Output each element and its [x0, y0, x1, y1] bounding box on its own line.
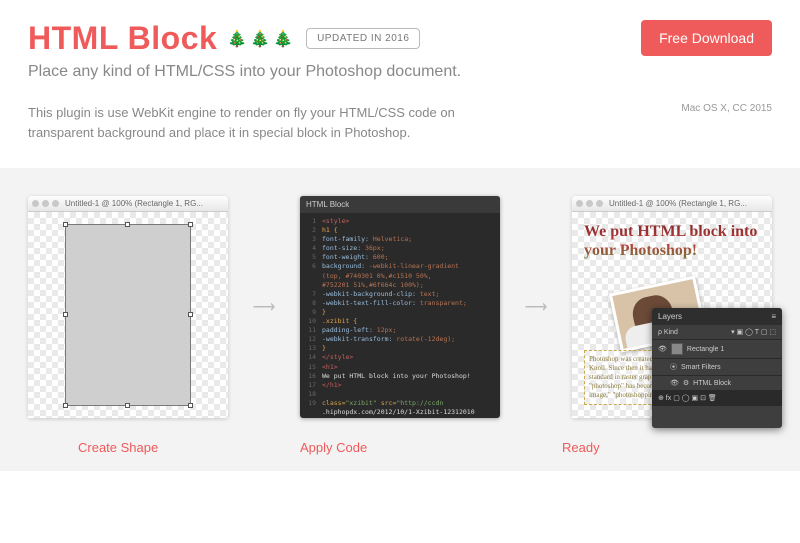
photoshop-canvas [28, 212, 228, 418]
window-title: Untitled-1 @ 100% (Rectangle 1, RG... [609, 199, 747, 208]
page-title: HTML Block [28, 20, 217, 57]
system-requirements: Mac OS X, CC 2015 [681, 103, 772, 114]
layer-item[interactable]: 👁Rectangle 1 [652, 340, 782, 359]
code-editor: 1<style>2 h1 {3 font-family: Helvetica;4… [300, 213, 500, 418]
window-title: Untitled-1 @ 100% (Rectangle 1, RG... [65, 199, 203, 208]
updated-badge: UPDATED IN 2016 [306, 28, 420, 49]
step-caption: Create Shape [78, 440, 278, 455]
layers-kind-row: ρ Kind▾ ▣ ◯ T ▢ ⬚ [652, 325, 782, 340]
result-headline: We put HTML block into your Photoshop! [584, 222, 760, 260]
layers-title: Layers [658, 312, 682, 321]
code-panel-title: HTML Block [300, 196, 500, 213]
arrow-icon: ⟶ [253, 297, 276, 317]
description-text: This plugin is use WebKit engine to rend… [28, 103, 458, 142]
step-apply-code: HTML Block 1<style>2 h1 {3 font-family: … [300, 196, 500, 418]
step-caption: Apply Code [300, 440, 500, 455]
layers-panel: Layers≡ ρ Kind▾ ▣ ◯ T ▢ ⬚ 👁Rectangle 1 ⦿… [652, 308, 782, 428]
layer-item[interactable]: 👁⚙HTML Block [652, 376, 782, 391]
tree-icons: 🎄🎄🎄 [227, 29, 296, 49]
window-titlebar: Untitled-1 @ 100% (Rectangle 1, RG... [572, 196, 772, 212]
arrow-icon: ⟶ [525, 297, 548, 317]
window-titlebar: Untitled-1 @ 100% (Rectangle 1, RG... [28, 196, 228, 212]
subtitle: Place any kind of HTML/CSS into your Pho… [28, 63, 461, 81]
layers-toolbar: ⊕ fx ▢ ◯ ▣ ⊡ 🗑 [652, 391, 782, 406]
layer-item[interactable]: ⦿Smart Filters [652, 359, 782, 376]
step-ready: Untitled-1 @ 100% (Rectangle 1, RG... We… [572, 196, 772, 418]
step-caption: Ready [522, 440, 722, 455]
rectangle-shape [65, 224, 191, 406]
download-button[interactable]: Free Download [641, 20, 772, 56]
step-create-shape: Untitled-1 @ 100% (Rectangle 1, RG... [28, 196, 228, 418]
